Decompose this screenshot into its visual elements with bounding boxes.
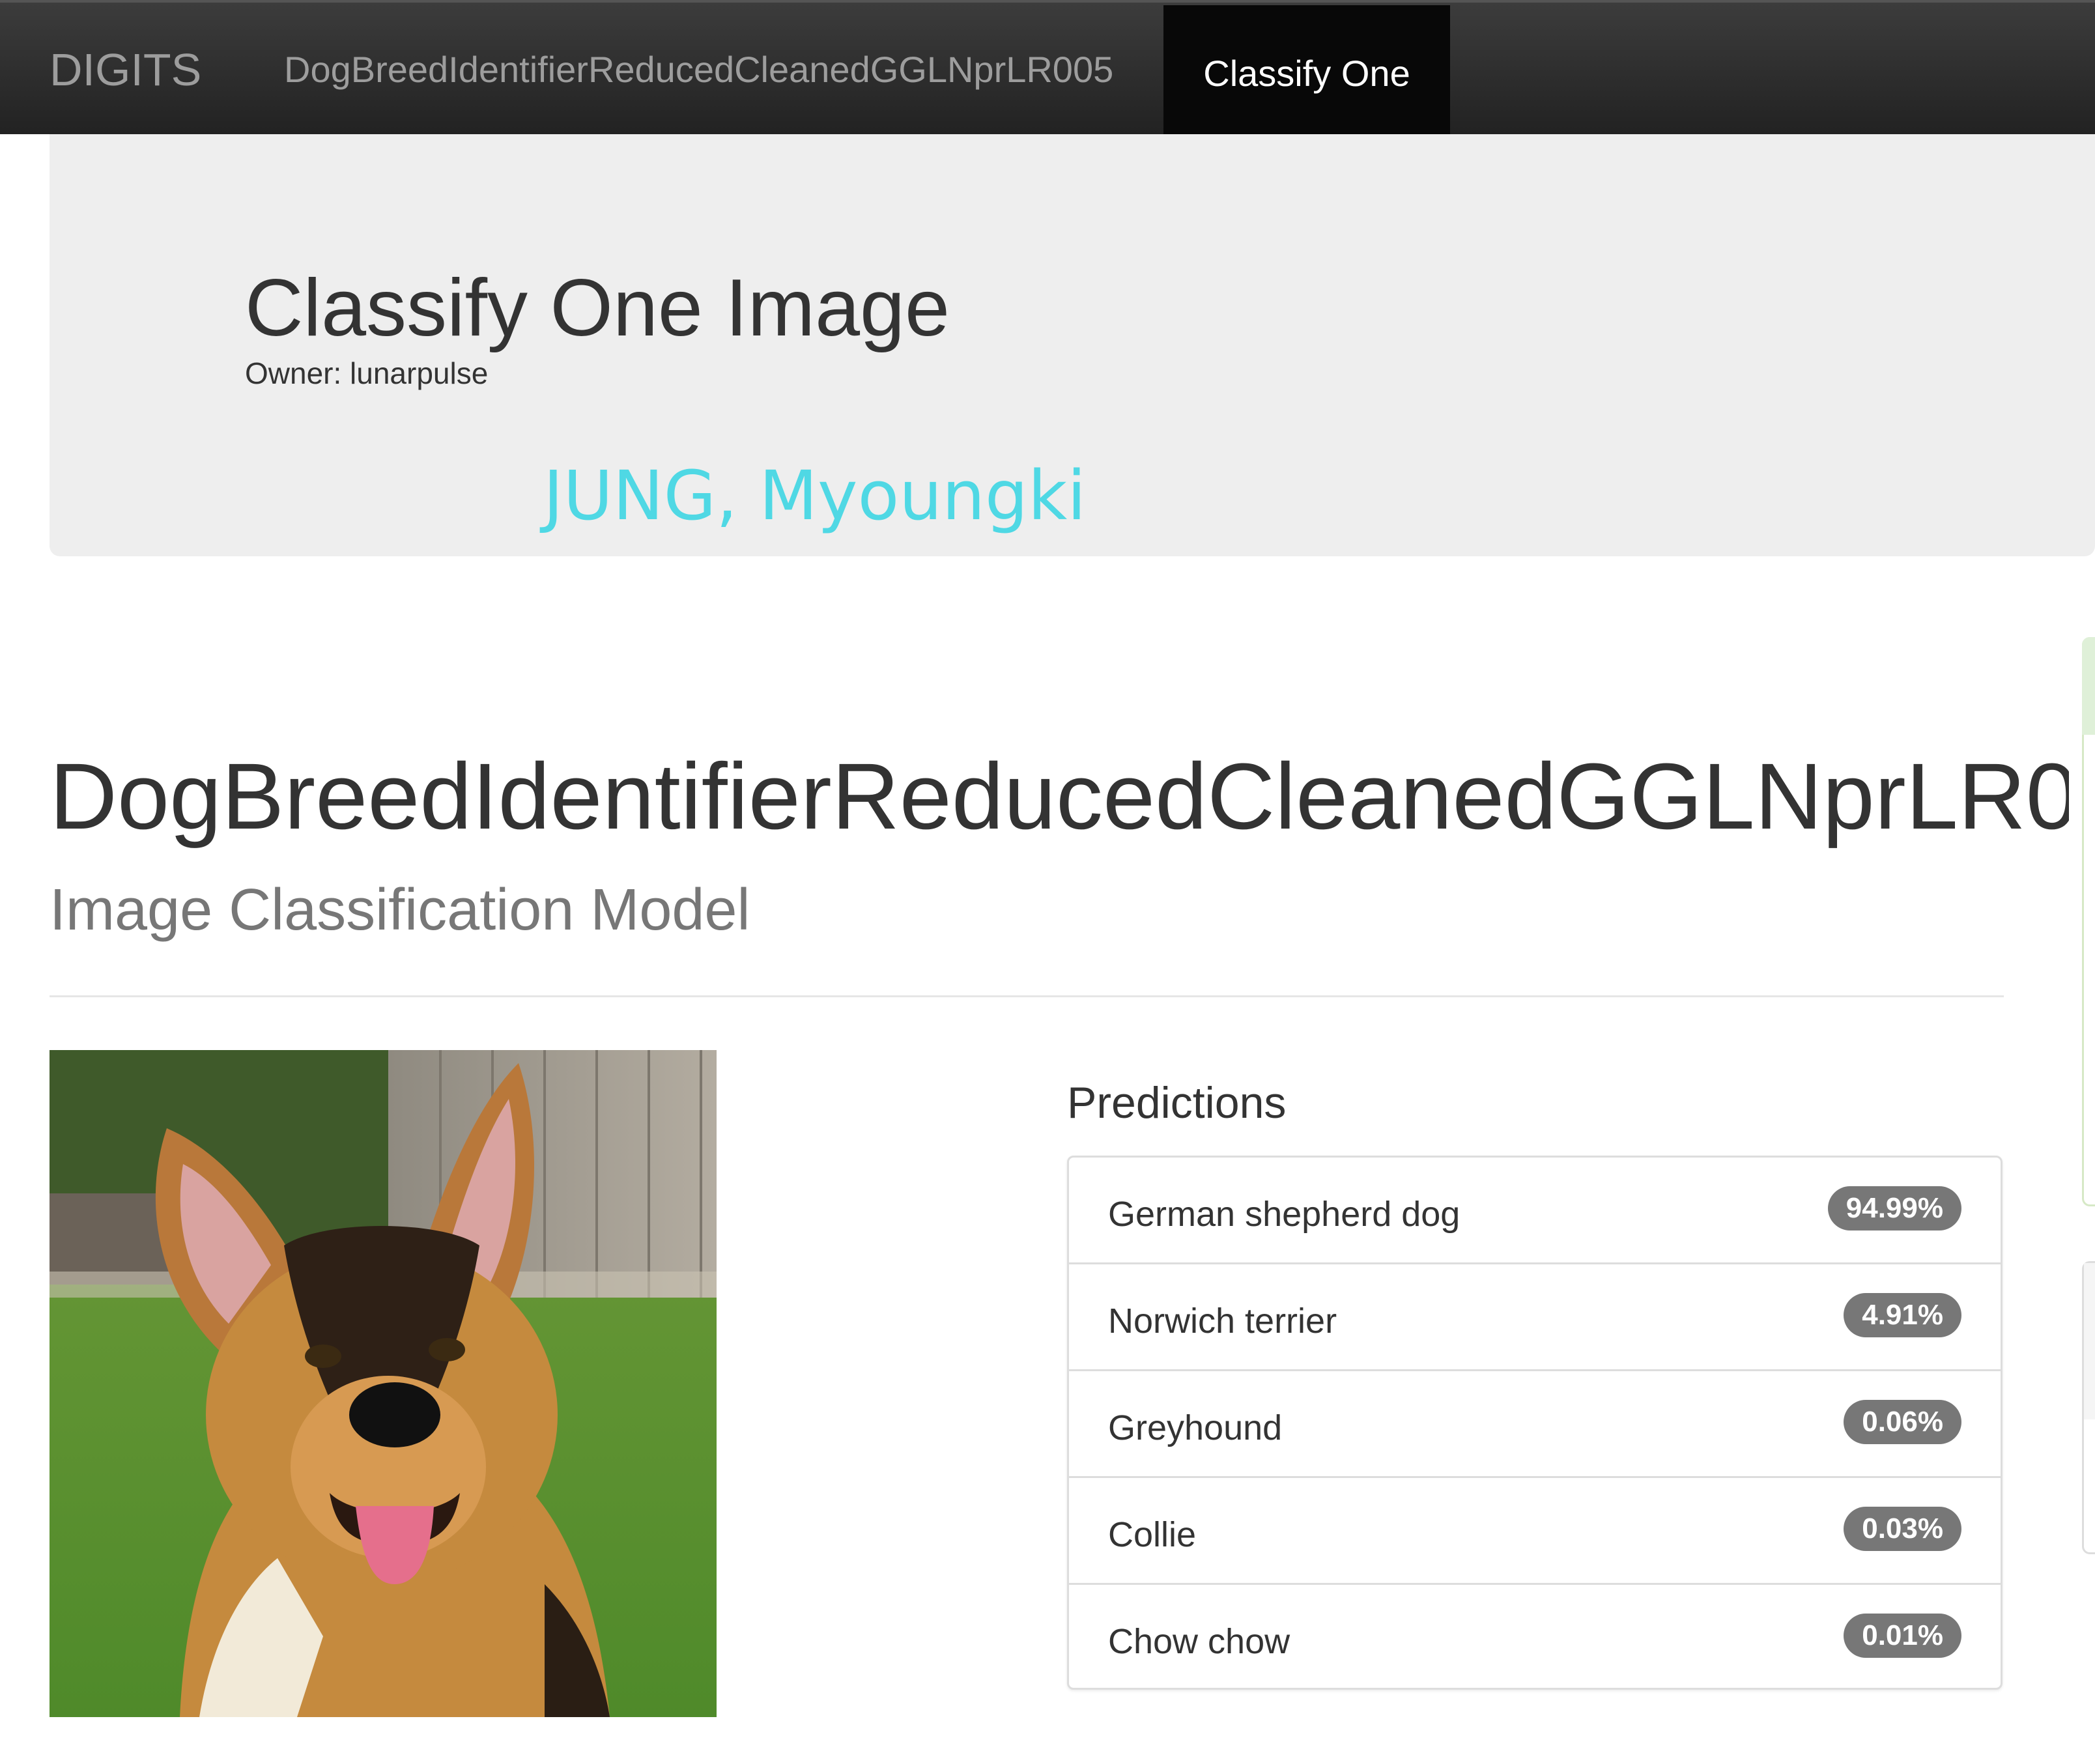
predictions-heading: Predictions xyxy=(1067,1078,1287,1128)
prediction-label: Norwich terrier xyxy=(1108,1302,1337,1341)
jumbotron: Classify One Image Owner: lunarpulse JUN… xyxy=(50,134,2095,556)
model-title: DogBreedIdentifierReducedCleanedGGLNprLR… xyxy=(50,744,2069,849)
prediction-badge: 0.06% xyxy=(1844,1400,1961,1444)
prediction-item: Greyhound 0.06% xyxy=(1069,1371,2001,1478)
prediction-item: Chow chow 0.01% xyxy=(1069,1585,2001,1688)
page-title: Classify One Image xyxy=(245,263,950,353)
prediction-badge: 0.03% xyxy=(1844,1507,1961,1551)
brand-link[interactable]: DIGITS xyxy=(50,3,201,137)
prediction-label: Greyhound xyxy=(1108,1408,1283,1447)
prediction-badge: 4.91% xyxy=(1844,1293,1961,1337)
prediction-label: German shepherd dog xyxy=(1108,1195,1461,1234)
nav-model-link[interactable]: DogBreedIdentifierReducedCleanedGGLNprLR… xyxy=(284,3,1113,137)
divider xyxy=(50,995,2004,997)
prediction-item: German shepherd dog 94.99% xyxy=(1069,1158,2001,1264)
owner-text: Owner: lunarpulse xyxy=(245,356,489,390)
prediction-item: Norwich terrier 4.91% xyxy=(1069,1264,2001,1371)
prediction-badge: 0.01% xyxy=(1844,1614,1961,1658)
classified-dog-image xyxy=(50,1050,717,1717)
side-panel-default-header xyxy=(2084,1263,2095,1419)
nav-classify-one-tab[interactable]: Classify One xyxy=(1163,5,1450,137)
predictions-list: German shepherd dog 94.99% Norwich terri… xyxy=(1067,1156,2002,1690)
navbar: DIGITS DogBreedIdentifierReducedCleanedG… xyxy=(0,0,2095,137)
prediction-badge: 94.99% xyxy=(1827,1186,1961,1231)
prediction-item: Collie 0.03% xyxy=(1069,1478,2001,1585)
prediction-label: Chow chow xyxy=(1108,1622,1290,1661)
author-text: JUNG, Myoungki xyxy=(543,456,1087,535)
model-subtitle: Image Classification Model xyxy=(50,877,750,943)
side-panel-success-header xyxy=(2082,637,2095,735)
prediction-label: Collie xyxy=(1108,1515,1197,1554)
